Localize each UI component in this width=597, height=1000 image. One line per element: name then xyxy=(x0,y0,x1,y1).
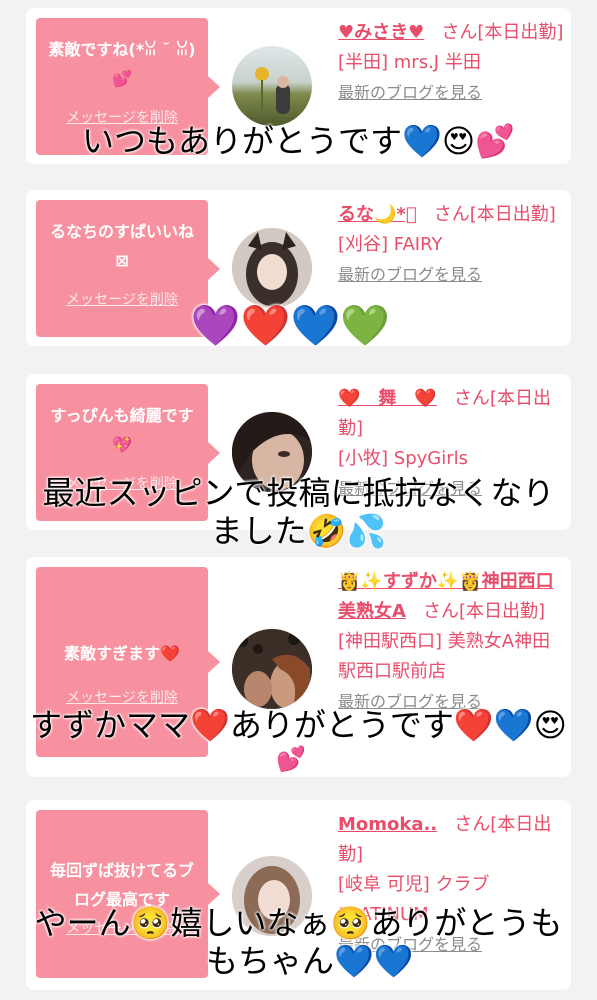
overlay-caption-3-line1: 最近スッピンで投稿に抵抗なくなり xyxy=(42,474,555,512)
girl-info: ♥みさき♥ さん[本日出勤] [半田] mrs.J 半田 最新のブログを見る xyxy=(338,18,566,108)
girl-name-link[interactable]: ♥みさき♥ xyxy=(338,22,424,43)
overlay-caption-3-line2: ました🤣💦 xyxy=(210,512,387,550)
overlay-caption-4-line1: すずかママ❤️ありがとうです❤️💙😍 xyxy=(30,706,567,744)
status-text: さん[本日出勤] xyxy=(441,22,564,43)
overlay-caption-1: いつもありがとうです💙😍💕 xyxy=(81,122,516,160)
girl-info: るな🌙*ﾟ さん[本日出勤] [刈谷] FAIRY 最新のブログを見る xyxy=(338,200,566,290)
avatar[interactable] xyxy=(232,46,312,126)
message-text: 素敵すぎます❤️ xyxy=(64,644,180,663)
shop-text: [神田駅西口] 美熟女A神田駅西口駅前店 xyxy=(338,631,551,682)
girl-name-link[interactable]: Momoka.. xyxy=(338,814,437,835)
shop-text: [半田] mrs.J 半田 xyxy=(338,52,481,73)
avatar-image xyxy=(232,629,312,709)
shop-text: [小牧] SpyGirls xyxy=(338,448,468,469)
status-text: さん[本日出勤] xyxy=(423,601,546,622)
overlay-caption-4-line2: 💕 xyxy=(276,745,306,773)
latest-blog-link[interactable]: 最新のブログを見る xyxy=(338,260,566,290)
girl-name-link[interactable]: ❤️ 舞 ❤️ xyxy=(338,388,437,409)
girl-info: 👸✨すずか✨👸神田西口美熟女A さん[本日出勤] [神田駅西口] 美熟女A神田駅… xyxy=(338,567,566,717)
avatar[interactable] xyxy=(232,228,312,308)
overlay-caption-4: すずかママ❤️ありがとうです❤️💙😍 💕 xyxy=(0,706,597,774)
delete-message-link[interactable]: メッセージを削除 xyxy=(36,687,208,707)
overlay-caption-2: 💜❤️💙💚 xyxy=(190,303,391,349)
girl-name-link[interactable]: るな🌙*ﾟ xyxy=(338,204,417,225)
message-text: すっぴんも綺麗です💖 xyxy=(50,406,194,454)
status-text: さん[本日出勤] xyxy=(433,204,556,225)
avatar-image xyxy=(255,67,290,114)
avatar-image xyxy=(232,228,312,308)
message-text: るなちのすぱいいね⊠ xyxy=(49,222,194,270)
shop-text: [刈谷] FAIRY xyxy=(338,234,443,255)
overlay-caption-5-line1: やーん🥺嬉しいなぁ🥺ありがとうも xyxy=(34,904,563,942)
avatar[interactable] xyxy=(232,629,312,709)
message-text: 毎回ずば抜けてるブログ最高です xyxy=(49,861,194,909)
latest-blog-link[interactable]: 最新のブログを見る xyxy=(338,78,566,108)
overlay-caption-5: やーん🥺嬉しいなぁ🥺ありがとうも もちゃん💙💙 xyxy=(0,904,597,980)
overlay-caption-5-line2: もちゃん💙💙 xyxy=(206,942,414,980)
message-text: 素敵ですね(*ꈍ ˘ ꈍ)💕 xyxy=(48,40,196,88)
overlay-caption-3: 最近スッピンで投稿に抵抗なくなり ました🤣💦 xyxy=(0,474,597,550)
